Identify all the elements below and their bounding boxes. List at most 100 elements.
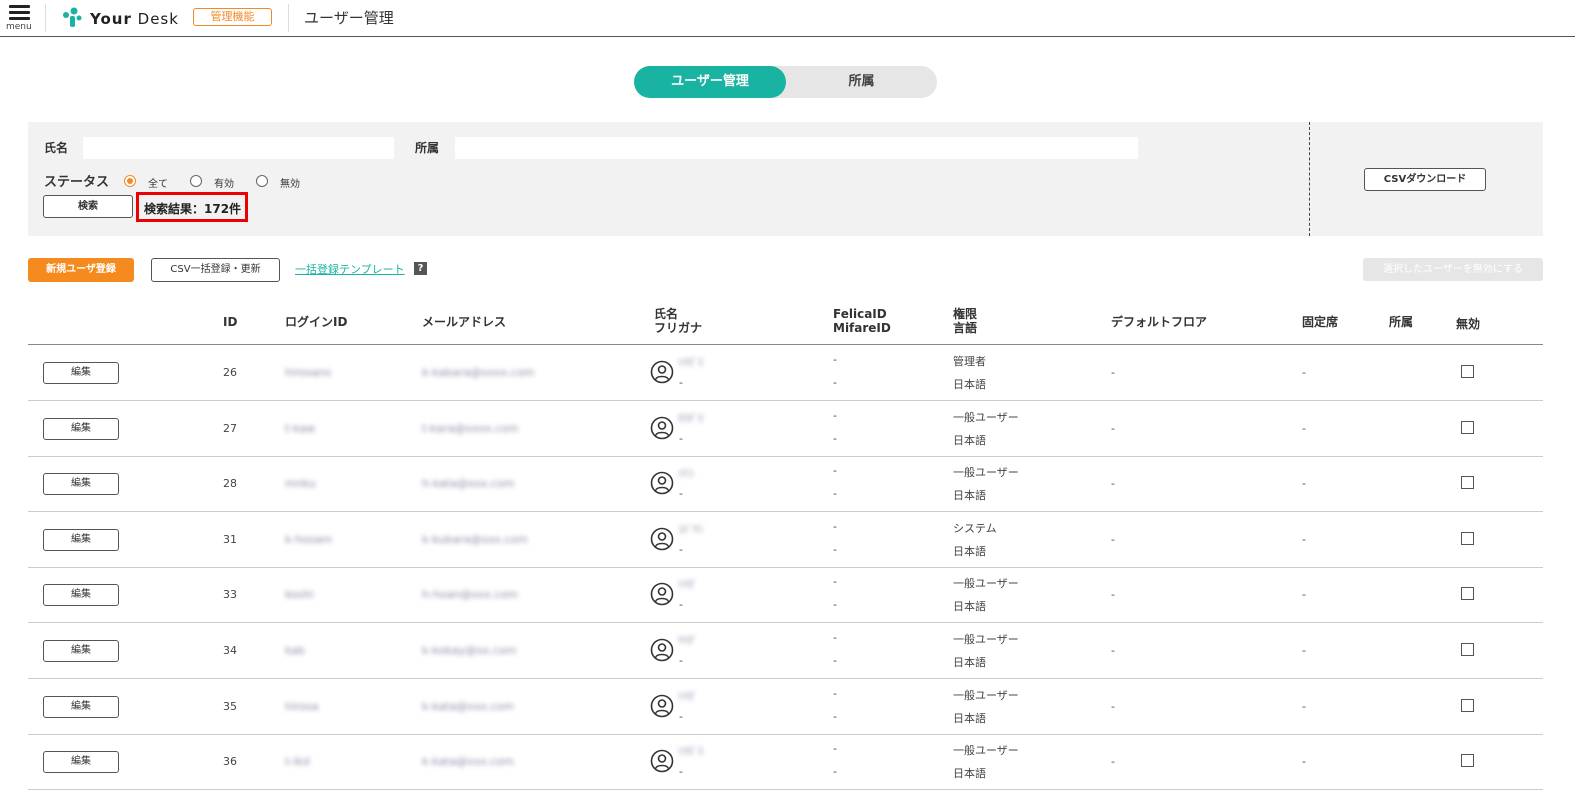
cell-id: 26 [223, 366, 237, 379]
disable-checkbox[interactable] [1461, 754, 1474, 767]
status-radio-disabled[interactable]: 無効 [256, 175, 306, 190]
col-disabled: 無効 [1456, 317, 1481, 331]
menu-label: menu [6, 22, 32, 32]
cell-mifare: - [833, 487, 837, 500]
cell-mifare: - [833, 654, 837, 667]
edit-button[interactable]: 編集 [43, 473, 119, 495]
csv-download-button[interactable]: CSVダウンロード [1364, 168, 1486, 191]
cell-felica: - [833, 353, 837, 366]
cell-role: 一般ユーザー [953, 744, 1019, 757]
cell-felica: - [833, 409, 837, 422]
cell-mifare: - [833, 710, 837, 723]
status-label: ステータス [44, 175, 110, 190]
cell-name: ﾄﾁｶﾞﾈ [678, 747, 703, 758]
cell-name: ﾄﾁｶﾞ [678, 692, 698, 703]
edit-button[interactable]: 編集 [43, 640, 119, 662]
cell-language: 日本語 [953, 712, 986, 725]
cell-mifare: - [833, 432, 837, 445]
col-email: メールアドレス [422, 315, 507, 329]
bulk-template-link[interactable]: 一括登録テンプレート [295, 261, 405, 277]
cell-login-id: t-ikd [285, 755, 310, 768]
radio-unchecked-icon [256, 175, 268, 187]
user-avatar-icon [650, 527, 674, 551]
cell-fixed-seat: - [1302, 588, 1306, 601]
search-button[interactable]: 検索 [43, 195, 133, 218]
help-icon[interactable]: ? [414, 262, 427, 275]
dept-label: 所属 [415, 141, 440, 155]
edit-button[interactable]: 編集 [43, 362, 119, 384]
cell-language: 日本語 [953, 545, 986, 558]
edit-button[interactable]: 編集 [43, 418, 119, 440]
cell-mifare: - [833, 543, 837, 556]
disable-checkbox[interactable] [1461, 643, 1474, 656]
header-divider [45, 4, 46, 32]
cell-felica: - [833, 742, 837, 755]
cell-role: 一般ユーザー [953, 689, 1019, 702]
cell-furigana: - [679, 543, 683, 556]
dept-input[interactable] [455, 137, 1138, 159]
cell-email: h-hoan@xxx.com [422, 588, 518, 601]
table-row: 編集 34 kab k-kobay@xx.com ﾔﾏﾀﾞ - - - 一般ユーザー 日本語 - - [28, 623, 1543, 679]
cell-name: ﾊﾅｺ [678, 469, 693, 480]
disable-checkbox[interactable] [1461, 699, 1474, 712]
cell-default-floor: - [1111, 755, 1115, 768]
edit-button[interactable]: 編集 [43, 584, 119, 606]
table-row: 編集 35 hirosa k-kata@xxx.com ﾄﾁｶﾞ - - - 一般ユーザー 日本語… [28, 679, 1543, 735]
table-row: 編集 36 t-ikd k-kata@xxx.com ﾄﾁｶﾞﾈ - - - 一般ユーザー 日本語… [28, 734, 1543, 790]
cell-fixed-seat: - [1302, 533, 1306, 546]
cell-id: 28 [223, 477, 237, 490]
col-id: ID [223, 315, 238, 329]
cell-login-id: t-kaw [285, 422, 316, 435]
csv-bulk-import-button[interactable]: CSV一括登録・更新 [151, 258, 280, 282]
app-header: menu Your Desk 管理機能 ユーザー管理 [0, 0, 1575, 37]
cell-name: ｺﾊﾞﾔｼ [678, 525, 703, 536]
user-avatar-icon [650, 416, 674, 440]
cell-fixed-seat: - [1302, 366, 1306, 379]
col-mifare: MifareID [833, 321, 891, 335]
hamburger-icon-bar [9, 11, 30, 14]
edit-button[interactable]: 編集 [43, 696, 119, 718]
cell-felica: - [833, 464, 837, 477]
cell-id: 35 [223, 700, 237, 713]
cell-id: 27 [223, 422, 237, 435]
cell-email: k-kobay@xx.com [422, 644, 517, 657]
new-user-button[interactable]: 新規ユーザ登録 [28, 258, 134, 282]
tab-department[interactable]: 所属 [786, 66, 937, 98]
result-count-highlight: 検索結果：172件 [136, 192, 248, 222]
disable-checkbox[interactable] [1461, 365, 1474, 378]
cell-id: 36 [223, 755, 237, 768]
status-radio-all[interactable]: 全て [124, 175, 174, 190]
disable-selected-button[interactable]: 選択したユーザーを無効にする [1363, 258, 1543, 281]
cell-login-id: koshi [285, 588, 314, 601]
table-row: 編集 31 k-hosam k-kubara@xxx.com ｺﾊﾞﾔｼ - - - システム日… [28, 512, 1543, 568]
disable-checkbox[interactable] [1461, 587, 1474, 600]
cell-email: t-kara@xxxx.com [422, 422, 519, 435]
result-count: 検索結果：172件 [144, 202, 242, 216]
cell-furigana: - [679, 765, 683, 778]
cell-language: 日本語 [953, 378, 986, 391]
tab-user-management[interactable]: ユーザー管理 [634, 66, 786, 98]
user-avatar-icon [650, 749, 674, 773]
cell-email: h-kata@xxx.com [422, 477, 515, 490]
cell-login-id: kab [285, 644, 305, 657]
name-input[interactable] [83, 137, 394, 159]
disable-checkbox[interactable] [1461, 421, 1474, 434]
status-radio-active[interactable]: 有効 [190, 175, 240, 190]
cell-felica: - [833, 520, 837, 533]
cell-fixed-seat: - [1302, 477, 1306, 490]
admin-badge: 管理機能 [193, 8, 272, 26]
edit-button[interactable]: 編集 [43, 529, 119, 551]
disable-checkbox[interactable] [1461, 476, 1474, 489]
edit-button[interactable]: 編集 [43, 751, 119, 773]
cell-felica: - [833, 687, 837, 700]
table-row: 編集 28 mnku h-kata@xxx.com ﾊﾅｺ - - - 一般ユーザー 日本語 - - [28, 456, 1543, 512]
col-felica: FelicaID [833, 307, 887, 321]
menu-button[interactable]: menu [6, 2, 36, 34]
disable-checkbox[interactable] [1461, 532, 1474, 545]
cell-language: 日本語 [953, 656, 986, 669]
hamburger-icon-bar [9, 17, 30, 20]
cell-language: 日本語 [953, 600, 986, 613]
cell-role: 一般ユーザー [953, 577, 1019, 590]
cell-name: ﾄﾁｶﾞ [678, 580, 698, 591]
cell-login-id: k-hosam [285, 533, 333, 546]
